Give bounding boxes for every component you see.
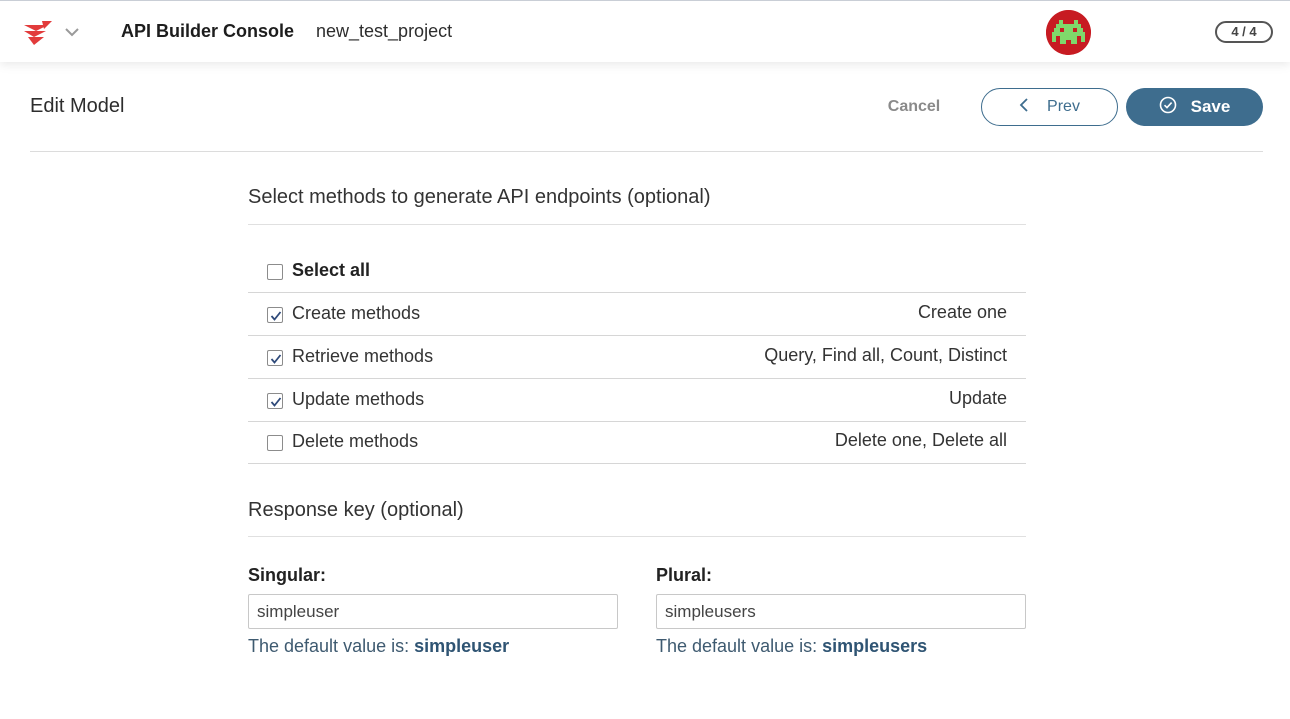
default-value: simpleusers (822, 636, 928, 656)
singular-input[interactable] (248, 594, 618, 629)
method-description: Update (948, 388, 1007, 408)
select-all-checkbox[interactable] (267, 264, 283, 280)
save-label: Save (1190, 97, 1231, 116)
method-label: Update methods (292, 389, 425, 409)
method-label: Delete methods (292, 431, 419, 451)
method-row-create: Create methods Create one (248, 293, 1026, 336)
step-badge: 4 / 4 (1215, 21, 1273, 43)
method-row-update: Update methods Update (248, 379, 1026, 422)
plural-label: Plural: (656, 565, 713, 585)
method-label: Create methods (292, 303, 421, 323)
project-name[interactable]: new_test_project (316, 21, 452, 42)
method-label: Retrieve methods (292, 346, 434, 366)
method-row-retrieve: Retrieve methods Query, Find all, Count,… (248, 336, 1026, 379)
user-avatar[interactable] (1046, 10, 1091, 55)
section-divider (248, 536, 1026, 537)
select-all-label: Select all (292, 260, 371, 280)
delete-methods-checkbox[interactable] (267, 435, 283, 451)
method-description: Delete one, Delete all (834, 430, 1007, 450)
section-divider (248, 224, 1026, 225)
method-row-delete: Delete methods Delete one, Delete all (248, 421, 1026, 464)
page-title: Edit Model (30, 95, 125, 117)
check-circle-icon (1159, 96, 1177, 119)
method-description: Create one (917, 302, 1007, 322)
app-title: API Builder Console (121, 21, 295, 41)
default-value: simpleuser (414, 636, 510, 656)
plural-input[interactable] (656, 594, 1026, 629)
top-bar: API Builder Console new_test_project 4 /… (0, 0, 1290, 62)
cancel-button[interactable]: Cancel (870, 88, 958, 126)
singular-help: The default value is: simpleuser (248, 636, 509, 657)
select-all-row: Select all (248, 250, 1026, 293)
response-key-section-title: Response key (optional) (248, 499, 464, 521)
chevron-left-icon (1019, 97, 1029, 118)
header-divider (30, 151, 1263, 152)
update-methods-checkbox[interactable] (267, 393, 283, 409)
prev-button[interactable]: Prev (981, 88, 1118, 126)
help-prefix: The default value is: (248, 636, 410, 656)
create-methods-checkbox[interactable] (267, 307, 283, 323)
retrieve-methods-checkbox[interactable] (267, 350, 283, 366)
methods-section-title: Select methods to generate API endpoints… (248, 186, 711, 208)
plural-help: The default value is: simpleusers (656, 636, 927, 657)
singular-label: Singular: (248, 565, 327, 585)
save-button[interactable]: Save (1126, 88, 1263, 126)
axway-logo-icon[interactable] (22, 17, 54, 49)
method-description: Query, Find all, Count, Distinct (764, 345, 1007, 365)
help-prefix: The default value is: (656, 636, 818, 656)
prev-label: Prev (1047, 98, 1080, 115)
chevron-down-icon[interactable] (64, 25, 80, 37)
